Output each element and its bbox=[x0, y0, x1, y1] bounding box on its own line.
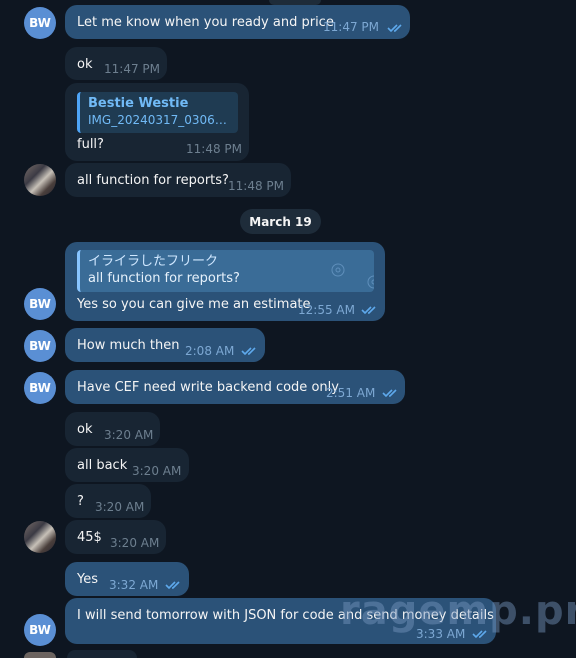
message-text: Yes so you can give me an estimate bbox=[77, 297, 311, 312]
message-text: Yes bbox=[77, 572, 98, 587]
message-time: 3:20 AM bbox=[104, 428, 154, 442]
watermark: ragemp.pro bbox=[340, 588, 576, 634]
message-bubble[interactable]: Yes 3:32 AM bbox=[65, 562, 189, 596]
message-bubble[interactable]: ok 11:47 PM bbox=[65, 47, 167, 80]
reply-text: all function for reports? bbox=[88, 271, 240, 286]
message-bubble[interactable]: Have CEF need write backend code only 2:… bbox=[65, 370, 405, 404]
avatar-initials: BW bbox=[29, 623, 51, 637]
message-bubble[interactable]: Bestie Westie IMG_20240317_030604... ful… bbox=[65, 83, 249, 161]
message-bubble[interactable]: イライラしたフリーク all function for reports? Yes… bbox=[65, 242, 385, 321]
message-time: 11:48 PM bbox=[186, 142, 242, 156]
avatar-initials: BW bbox=[29, 16, 51, 30]
double-check-icon bbox=[361, 305, 379, 315]
message-text: ok bbox=[77, 422, 93, 437]
avatar[interactable] bbox=[24, 521, 56, 553]
date-separator-label: March 19 bbox=[249, 214, 312, 229]
message-bubble[interactable]: all function for reports? 11:48 PM bbox=[65, 163, 291, 197]
message-text: Let me know when you ready and price bbox=[77, 15, 334, 30]
message-bubble[interactable]: How much then 2:08 AM bbox=[65, 328, 265, 362]
message-text: full? bbox=[77, 137, 104, 152]
chat-history[interactable]: BW Let me know when you ready and price … bbox=[0, 0, 576, 658]
reply-quote[interactable]: Bestie Westie IMG_20240317_030604... bbox=[77, 92, 238, 133]
message-time: 3:20 AM bbox=[95, 500, 145, 514]
message-text: all back bbox=[77, 458, 128, 473]
double-check-icon bbox=[382, 388, 400, 398]
message-bubble[interactable]: all back 3:20 AM bbox=[65, 448, 189, 482]
double-check-icon bbox=[241, 346, 259, 356]
message-time: 12:55 AM bbox=[298, 303, 355, 317]
reply-author: Bestie Westie bbox=[88, 96, 189, 111]
avatar[interactable] bbox=[24, 652, 56, 658]
reply-text: IMG_20240317_030604... bbox=[88, 113, 230, 127]
avatar[interactable]: BW bbox=[24, 372, 56, 404]
message-text: all function for reports? bbox=[77, 173, 229, 188]
message-text: Have CEF need write backend code only bbox=[77, 380, 339, 395]
message-text: 45$ bbox=[77, 530, 102, 545]
avatar[interactable]: BW bbox=[24, 288, 56, 320]
reply-author: イライラしたフリーク bbox=[88, 254, 219, 269]
message-text: ok bbox=[77, 57, 93, 72]
avatar[interactable]: BW bbox=[24, 7, 56, 39]
avatar-initials: BW bbox=[29, 381, 51, 395]
message-bubble[interactable]: ? 3:20 AM bbox=[65, 484, 151, 518]
message-time: 11:47 PM bbox=[104, 62, 160, 76]
double-check-icon bbox=[387, 23, 405, 33]
message-bubble[interactable]: 45$ 3:20 AM bbox=[65, 520, 166, 554]
message-text: How much then bbox=[77, 338, 180, 353]
message-time: 2:08 AM bbox=[185, 344, 235, 358]
avatar-initials: BW bbox=[29, 339, 51, 353]
message-time: 11:48 PM bbox=[228, 179, 284, 193]
avatar[interactable]: BW bbox=[24, 330, 56, 362]
message-time: 3:20 AM bbox=[132, 464, 182, 478]
avatar-initials: BW bbox=[29, 297, 51, 311]
message-time: 3:20 AM bbox=[110, 536, 160, 550]
message-time: 3:32 AM bbox=[109, 578, 159, 592]
message-bubble[interactable]: ok 3:20 AM bbox=[65, 412, 160, 446]
avatar[interactable]: BW bbox=[24, 614, 56, 646]
message-text: ? bbox=[77, 494, 84, 509]
avatar[interactable] bbox=[24, 164, 56, 196]
message-bubble[interactable]: Let me know when you ready and price 11:… bbox=[65, 5, 410, 39]
message-time: 11:47 PM bbox=[323, 20, 379, 34]
message-bubble[interactable] bbox=[67, 650, 137, 658]
reply-quote[interactable]: イライラしたフリーク all function for reports? bbox=[77, 250, 374, 292]
message-time: 2:51 AM bbox=[326, 386, 376, 400]
date-separator: March 19 bbox=[240, 209, 321, 234]
double-check-icon bbox=[165, 580, 183, 590]
